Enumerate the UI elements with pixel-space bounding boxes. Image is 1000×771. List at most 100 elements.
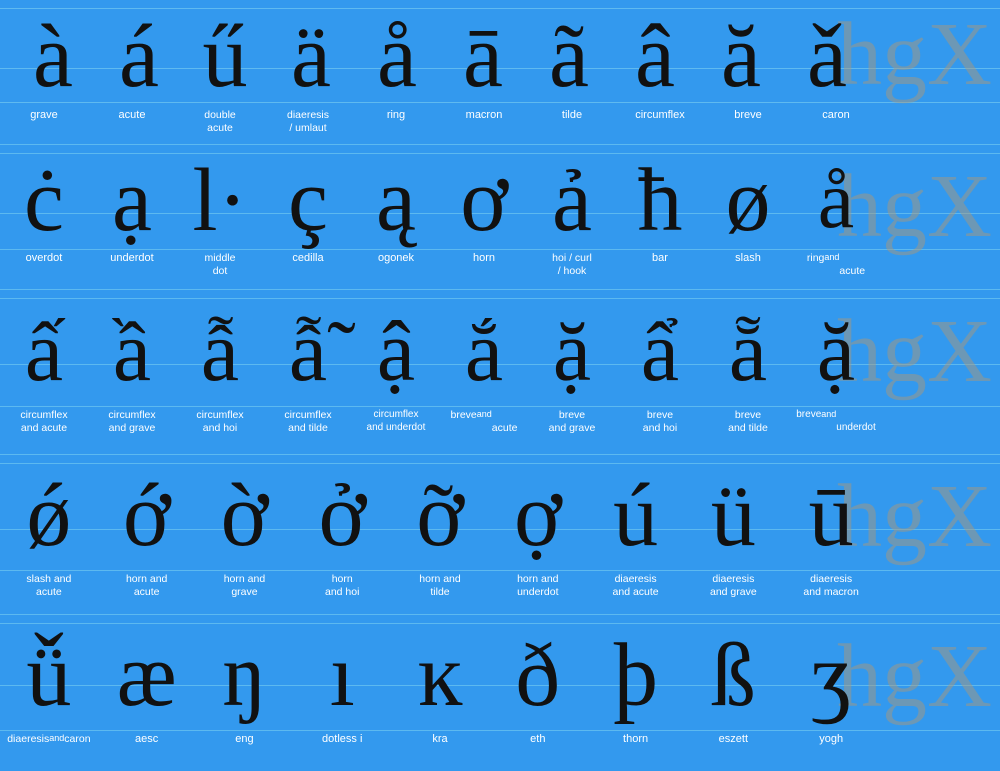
label-ogonek: ogonek: [352, 250, 440, 288]
glyph-char: ĸ: [418, 624, 463, 727]
label-ring: ring: [352, 107, 440, 143]
glyph-cell: ŋ: [196, 624, 294, 727]
glyph-cell: ầ: [88, 301, 176, 401]
glyph-cell: ặ: [792, 301, 880, 401]
glyph-char: ŋ: [222, 624, 267, 727]
glyph-char: å: [818, 153, 854, 247]
glyph-cell: å: [354, 5, 440, 108]
glyph-cell: á: [96, 5, 182, 108]
label-circumflex: circumflex: [616, 107, 704, 143]
label-diaeresis: diaeresis/ umlaut: [264, 107, 352, 143]
label-double-acute: doubleacute: [176, 107, 264, 143]
label-diaeresis-acute: diaeresisand acute: [587, 571, 685, 613]
glyph-char: ʒ: [811, 624, 851, 727]
glyph-char: ắ: [465, 301, 503, 401]
glyph-cell: ǚ: [0, 624, 98, 727]
glyph-cell: â: [612, 5, 698, 108]
glyph-cell: ờ: [196, 464, 294, 567]
glyph-char: å: [377, 5, 417, 108]
label-ring-acute: ring andacute: [792, 250, 880, 288]
glyph-char: ą: [376, 149, 416, 252]
glyph-cell: ċ: [0, 149, 88, 252]
glyph-cell: ạ: [88, 149, 176, 252]
label-diaeresis-caron: diaeresisand caron: [0, 731, 98, 769]
label-horn-tilde: horn andtilde: [391, 571, 489, 613]
label-aesc: aesc: [98, 731, 196, 769]
glyph-cell: ą: [352, 149, 440, 252]
glyph-cell: ð: [489, 624, 587, 727]
glyph-char: ơ: [460, 149, 508, 252]
glyph-cell: þ: [587, 624, 685, 727]
glyph-char: ā: [463, 5, 503, 108]
glyph-cell: å: [792, 153, 880, 247]
row-2: hgX ċ ạ l· ç ą ơ ả ħ ø å overdot underdo…: [0, 145, 1000, 290]
glyph-cell: ở: [293, 464, 391, 567]
label-cedilla: cedilla: [264, 250, 352, 288]
glyph-char: ẩ: [641, 301, 679, 401]
glyph-char: ø: [726, 149, 771, 252]
glyph-char: ậ: [377, 301, 415, 401]
label-grave: grave: [0, 107, 88, 143]
glyph-cell: ǎ: [784, 5, 870, 108]
glyph-char: à: [33, 5, 73, 108]
label-slash-acute: slash andacute: [0, 571, 98, 613]
label-breve-hoi: breveand hoi: [616, 407, 704, 453]
glyph-cell: à: [10, 5, 96, 108]
row-4: hgX ǿ ớ ờ ở ỡ ợ ú ü ū slash andacute hor…: [0, 455, 1000, 615]
glyph-cell: ű: [182, 5, 268, 108]
glyph-char: ċ: [24, 149, 64, 252]
glyph-char: ä: [291, 5, 331, 108]
glyph-cell: ü: [684, 464, 782, 567]
glyph-cell: ā: [440, 5, 526, 108]
row-5: hgX ǚ æ ŋ ı ĸ ð þ ß ʒ diaeresisand caron…: [0, 615, 1000, 771]
label-acute: acute: [88, 107, 176, 143]
glyph-char: â: [635, 5, 675, 108]
label-horn: horn: [440, 250, 528, 288]
label-overdot: overdot: [0, 250, 88, 288]
label-horn-grave: horn andgrave: [196, 571, 294, 613]
main-container: hgX à á ű ä å ā ã â ă ǎ grave acute doub…: [0, 0, 1000, 771]
glyph-char: ẵ: [729, 301, 767, 401]
label-diaeresis-grave: diaeresisand grave: [684, 571, 782, 613]
label-kra: kra: [391, 731, 489, 769]
glyph-cell: ớ: [98, 464, 196, 567]
label-circumflex-grave: circumflexand grave: [88, 407, 176, 453]
label-circumflex-hoi: circumflexand hoi: [176, 407, 264, 453]
glyph-char: ç: [288, 149, 328, 252]
label-circumflex-tilde: circumflexand tilde: [264, 407, 352, 453]
glyph-cell: l·: [176, 149, 264, 252]
glyph-cell: ỡ: [391, 464, 489, 567]
glyph-char: ở: [318, 464, 366, 567]
glyph-char: ð: [515, 624, 560, 727]
label-yogh: yogh: [782, 731, 880, 769]
label-thorn: thorn: [587, 731, 685, 769]
glyph-char: ặ: [553, 301, 591, 401]
glyph-cell: ẩ: [616, 301, 704, 401]
glyph-char: á: [119, 5, 159, 108]
glyph-char: ợ: [514, 464, 562, 567]
row-3: hgX ấ ầ ẫ ẫ̃ ậ ắ ặ ẩ ẵ ặ circumflexand …: [0, 290, 1000, 455]
glyph-cell: ợ: [489, 464, 587, 567]
label-hoi-curl-hook: hoi / curl/ hook: [528, 250, 616, 288]
label-horn-underdot: horn andunderdot: [489, 571, 587, 613]
label-eth: eth: [489, 731, 587, 769]
label-underdot: underdot: [88, 250, 176, 288]
row-1: hgX à á ű ä å ā ã â ă ǎ grave acute doub…: [0, 0, 1000, 145]
glyph-cell: ắ: [440, 301, 528, 401]
glyph-cell: ū: [782, 464, 880, 567]
label-macron: macron: [440, 107, 528, 143]
glyph-char: ű: [203, 5, 248, 108]
label-breve-underdot: breve andunderdot: [792, 407, 880, 453]
glyph-char: ú: [613, 464, 658, 567]
glyph-char: ớ: [123, 464, 171, 567]
glyph-char: ß: [711, 624, 756, 727]
label-middle-dot: middledot: [176, 250, 264, 288]
glyph-cell: ç: [264, 149, 352, 252]
label-caron: caron: [792, 107, 880, 143]
label-slash: slash: [704, 250, 792, 288]
glyph-char: ầ: [113, 301, 151, 401]
glyph-cell: ấ: [0, 301, 88, 401]
glyph-char: ǿ: [26, 464, 71, 567]
glyph-cell: ẫ̃: [264, 301, 352, 401]
glyph-char: ấ: [25, 301, 63, 401]
